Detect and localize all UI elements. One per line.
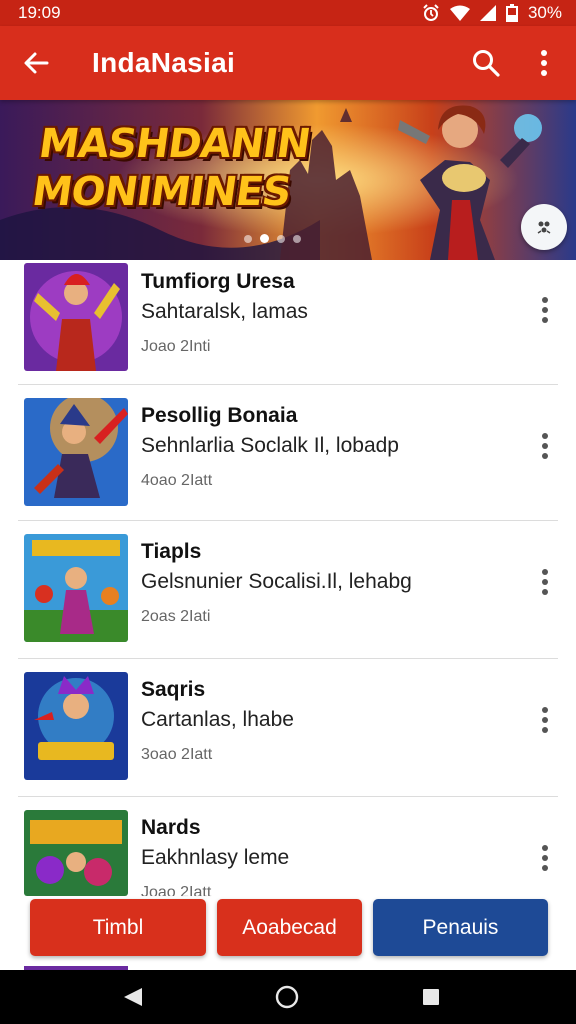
list-item-meta: 3oao 2Iatt — [141, 746, 213, 763]
page-dot[interactable] — [293, 234, 301, 243]
list-item-subtitle: Sehnlarlia Soclalk Il, lobadp — [141, 434, 399, 457]
nav-recents-button[interactable] — [416, 982, 446, 1012]
page-dot[interactable] — [277, 234, 285, 243]
alarm-icon — [423, 4, 439, 21]
circle-home-icon — [275, 985, 299, 1009]
tertiary-action-button[interactable]: Penauis — [373, 899, 548, 956]
system-nav-bar — [0, 970, 576, 1024]
list-item-menu-button[interactable] — [530, 562, 560, 602]
game-thumbnail — [24, 810, 128, 896]
square-recents-icon — [423, 989, 439, 1005]
wifi-icon — [449, 5, 470, 21]
page-indicator — [244, 234, 301, 243]
list-item[interactable]: Tumfiorg Uresa Sahtaralsk, lamas Joao 2I… — [0, 260, 576, 398]
more-vertical-icon — [542, 433, 548, 459]
app-bar: IndaNasiai — [0, 26, 576, 100]
list-divider — [18, 384, 558, 385]
search-button[interactable] — [464, 41, 508, 85]
list-divider — [18, 796, 558, 797]
list-item[interactable]: Saqris Cartanlas, lhabe 3oao 2Iatt — [0, 672, 576, 810]
list-item-subtitle: Gelsnunier Socalisi.Il, lehabg — [141, 570, 412, 593]
overflow-menu-button[interactable] — [522, 41, 566, 85]
list-divider — [18, 520, 558, 521]
battery-percent: 30% — [527, 3, 562, 22]
bug-icon — [537, 221, 551, 234]
game-thumbnail — [24, 263, 128, 371]
list-item-menu-button[interactable] — [530, 838, 560, 878]
list-item-menu-button[interactable] — [530, 700, 560, 740]
page-dot-active[interactable] — [260, 234, 269, 243]
nav-home-button[interactable] — [272, 982, 302, 1012]
list-item-meta: Joao 2Inti — [141, 338, 211, 355]
list-item-title: Tumfiorg Uresa — [141, 270, 295, 293]
primary-action-button[interactable]: Timbl — [30, 899, 206, 956]
more-vertical-icon — [541, 50, 547, 76]
list-item-title: Pesollig Bonaia — [141, 404, 298, 427]
banner-action-button[interactable] — [521, 204, 567, 250]
list-item-title: Tiapls — [141, 540, 202, 563]
list-item-meta: 2oas 2Iati — [141, 608, 211, 625]
banner-title: MASHDANIN MONIMINES — [29, 120, 313, 216]
status-time: 19:09 — [18, 3, 61, 22]
banner-title-line2: MONIMINES — [29, 169, 294, 215]
featured-banner[interactable]: MASHDANIN MONIMINES — [0, 100, 576, 260]
list-item[interactable]: Tiapls Gelsnunier Socalisi.Il, lehabg 2o… — [0, 534, 576, 672]
back-button[interactable] — [14, 41, 58, 85]
signal-icon — [479, 5, 496, 21]
app-title: IndaNasiai — [92, 47, 236, 78]
game-thumbnail — [24, 672, 128, 780]
list-divider — [18, 658, 558, 659]
list-item-subtitle: Eakhnlasy leme — [141, 846, 290, 869]
more-vertical-icon — [542, 297, 548, 323]
status-bar: 19:09 30% — [0, 0, 576, 26]
list-item-menu-button[interactable] — [530, 290, 560, 330]
status-icons: 30% — [422, 3, 562, 23]
list-item-subtitle: Sahtaralsk, lamas — [141, 300, 308, 323]
arrow-left-icon — [24, 52, 49, 74]
game-thumbnail — [24, 534, 128, 642]
list-item[interactable]: Pesollig Bonaia Sehnlarlia Soclalk Il, l… — [0, 398, 576, 536]
list-item-title: Nards — [141, 816, 201, 839]
more-vertical-icon — [542, 845, 548, 871]
list-item-title: Saqris — [141, 678, 206, 701]
triangle-back-icon — [124, 988, 142, 1006]
list-item-meta: 4oao 2Iatt — [141, 472, 213, 489]
action-button-bar: Timbl Aoabecad Penauis — [0, 896, 576, 968]
game-thumbnail — [24, 398, 128, 506]
more-vertical-icon — [542, 569, 548, 595]
secondary-action-button[interactable]: Aoabecad — [217, 899, 362, 956]
battery-icon — [505, 4, 518, 22]
nav-back-button[interactable] — [118, 982, 148, 1012]
search-icon — [473, 50, 500, 77]
more-vertical-icon — [542, 707, 548, 733]
list-item-subtitle: Cartanlas, lhabe — [141, 708, 294, 731]
banner-title-line1: MASHDANIN — [36, 121, 313, 167]
list-item-menu-button[interactable] — [530, 426, 560, 466]
page-dot[interactable] — [244, 234, 252, 243]
